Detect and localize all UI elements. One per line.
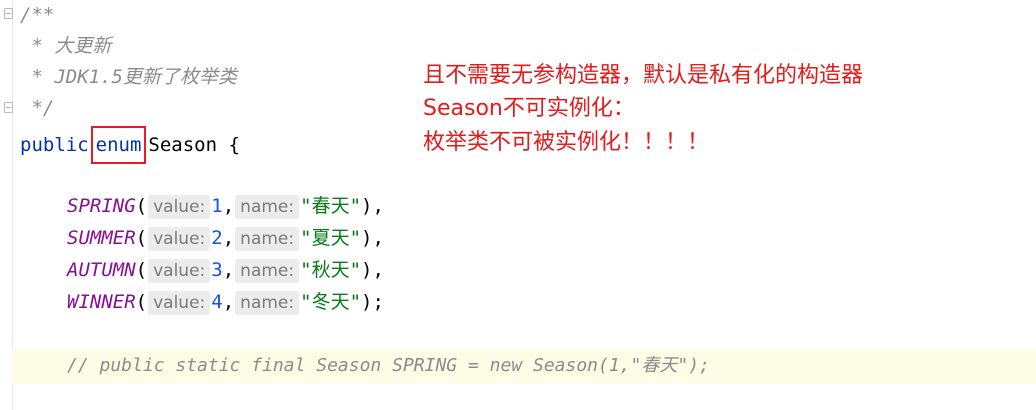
param-hint: name: <box>235 259 300 283</box>
constant-value: 2 <box>211 227 223 249</box>
line-end: ), <box>361 195 384 217</box>
constant-name: SUMMER <box>67 227 136 249</box>
constant-label: "冬天" <box>300 291 362 313</box>
doc-comment-open: /** <box>20 4 55 26</box>
constant-label: "秋天" <box>300 259 362 281</box>
param-hint: name: <box>235 227 300 251</box>
fold-marker-icon[interactable] <box>4 102 13 113</box>
constant-value: 1 <box>211 195 223 217</box>
constant-name: SPRING <box>67 195 136 217</box>
enum-declaration: public enum Season { <box>20 126 240 164</box>
doc-comment-line: * 大更新 <box>20 35 112 57</box>
constant-label: "春天" <box>300 195 362 217</box>
doc-comment-close: */ <box>20 97 55 119</box>
public-keyword: public <box>20 134 89 156</box>
annotation-line: 枚举类不可被实例化！！！！ <box>423 130 710 155</box>
commented-code-line: // public static final Season SPRING = n… <box>67 355 710 376</box>
param-hint: name: <box>235 195 300 219</box>
line-end: ), <box>361 227 384 249</box>
param-hint: value: <box>148 291 211 315</box>
enum-constant-line: SPRING(value: 1, name: "春天"), <box>67 195 384 219</box>
constant-value: 4 <box>211 291 223 313</box>
doc-comment-line: * JDK1.5更新了枚举类 <box>20 66 237 88</box>
constant-value: 3 <box>211 259 223 281</box>
param-hint: value: <box>148 227 211 251</box>
enum-constant-line: WINNER(value: 4, name: "冬天"); <box>67 291 384 315</box>
fold-marker-icon[interactable] <box>4 8 13 19</box>
param-hint: name: <box>235 291 300 315</box>
annotation-line: 且不需要无参构造器，默认是私有化的构造器 <box>423 63 864 88</box>
param-hint: value: <box>148 259 211 283</box>
class-name: Season <box>148 134 218 156</box>
enum-keyword: enum <box>95 134 142 156</box>
param-hint: value: <box>148 195 211 219</box>
enum-constant-line: AUTUMN(value: 3, name: "秋天"), <box>67 259 384 283</box>
line-end: ); <box>361 291 384 313</box>
code-editor[interactable]: /** * 大更新 * JDK1.5更新了枚举类 */ public enum Se… <box>0 0 1036 410</box>
line-end: ), <box>361 259 384 281</box>
constant-label: "夏天" <box>300 227 362 249</box>
constant-name: WINNER <box>67 291 136 313</box>
enum-highlight-box: enum <box>90 126 147 164</box>
enum-constant-line: SUMMER(value: 2, name: "夏天"), <box>67 227 384 251</box>
constant-name: AUTUMN <box>67 259 136 281</box>
open-brace: { <box>228 134 240 156</box>
annotation-line: Season不可实例化： <box>423 96 635 121</box>
